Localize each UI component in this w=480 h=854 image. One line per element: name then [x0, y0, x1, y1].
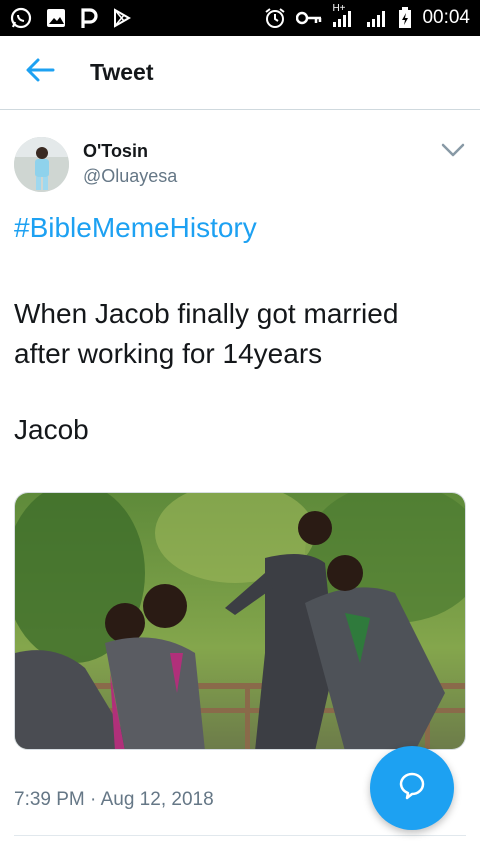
- status-bar: H+ 00:04: [0, 0, 480, 36]
- back-button[interactable]: [0, 36, 80, 110]
- tweet-text-line: Jacob: [14, 414, 89, 445]
- reply-fab-button[interactable]: [370, 746, 454, 830]
- whatsapp-icon: [10, 7, 32, 29]
- signal-icon: H+: [332, 4, 356, 28]
- arrow-left-icon: [25, 57, 55, 88]
- key-icon: [296, 10, 322, 26]
- tweet-timestamp: 7:39 PM · Aug 12, 2018: [14, 789, 214, 810]
- avatar[interactable]: [14, 136, 69, 192]
- network-type-label: H+: [332, 3, 346, 14]
- p-app-icon: [80, 7, 98, 29]
- divider: [14, 835, 466, 836]
- battery-charging-icon: [398, 7, 412, 29]
- author-name[interactable]: O'Tosin: [83, 141, 177, 162]
- tweet-author: O'Tosin @Oluayesa: [14, 134, 466, 194]
- alarm-icon: [264, 7, 286, 29]
- gallery-icon: [46, 8, 66, 28]
- page-title: Tweet: [90, 59, 154, 85]
- tweet-text-line: after working for 14years: [14, 338, 323, 369]
- clock-time: 00:04: [422, 7, 470, 28]
- tweet-text: When Jacob finally got married after wor…: [14, 294, 466, 374]
- hashtag-link[interactable]: #BibleMemeHistory: [14, 212, 257, 244]
- author-handle[interactable]: @Oluayesa: [83, 166, 177, 187]
- tweet-media-image[interactable]: [14, 492, 466, 750]
- tweet-text-line: When Jacob finally got married: [14, 298, 399, 329]
- signal-icon: [366, 8, 388, 28]
- play-store-icon: [112, 8, 132, 28]
- app-header: Tweet: [0, 36, 480, 110]
- reply-bubble-icon: [395, 769, 429, 808]
- chevron-down-icon[interactable]: [440, 140, 466, 160]
